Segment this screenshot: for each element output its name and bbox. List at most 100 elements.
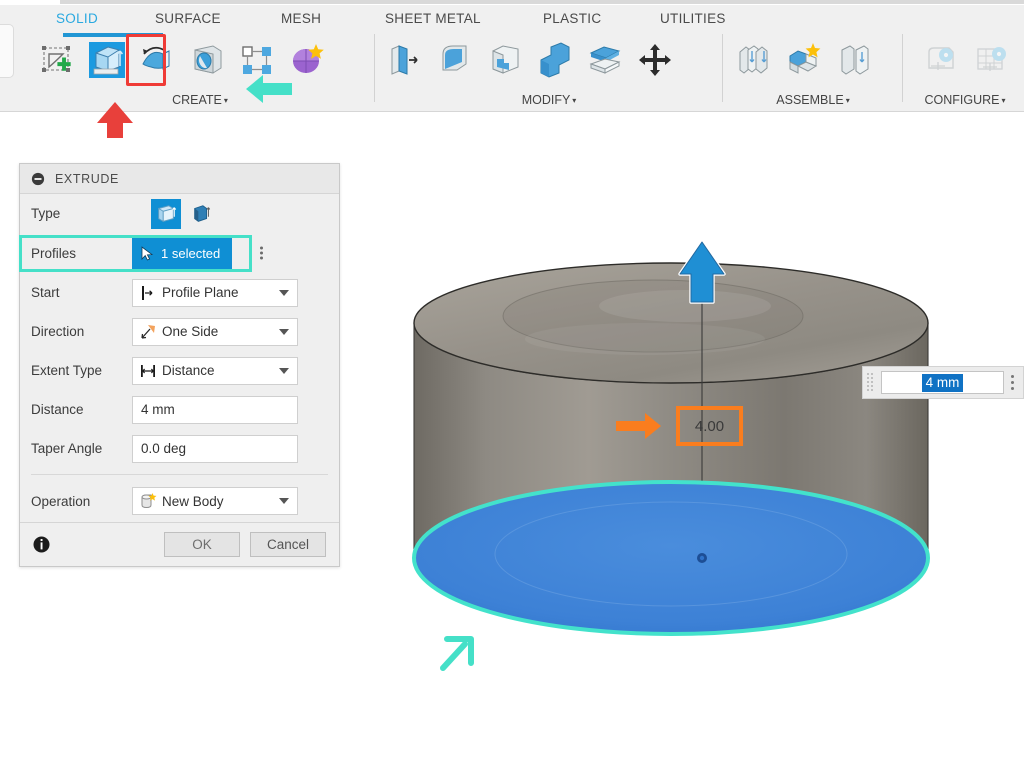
more-options-icon[interactable]	[1011, 375, 1017, 390]
group-label-modify-text: MODIFY	[521, 93, 571, 107]
configuration-icon	[918, 34, 964, 86]
distance-input[interactable]: 4 mm	[132, 395, 298, 424]
shell-icon[interactable]	[482, 34, 528, 86]
new-component-icon[interactable]	[731, 34, 777, 86]
dialog-header: EXTRUDE	[20, 164, 339, 194]
profile-plane-icon	[142, 285, 153, 300]
floating-distance-input[interactable]: 4 mm	[862, 366, 1024, 399]
ribbon-group-assemble: ASSEMBLE ▾	[728, 31, 898, 109]
tab-surface[interactable]: SURFACE	[155, 7, 221, 31]
group-label-modify[interactable]: MODIFY ▾	[380, 93, 718, 107]
teal-arrow-left-annotation	[246, 75, 292, 103]
fusion360-window: SOLID SURFACE MESH SHEET METAL PLASTIC U…	[0, 0, 1024, 767]
group-caret-configure: ▾	[1001, 96, 1006, 106]
label-direction: Direction	[31, 324, 85, 339]
group-label-configure: CONFIGURE ▾	[906, 93, 1024, 107]
ribbon-group-modify: MODIFY ▾	[380, 31, 718, 109]
chevron-down-icon[interactable]	[279, 328, 289, 335]
group-label-assemble[interactable]: ASSEMBLE ▾	[728, 93, 898, 107]
chevron-down-icon[interactable]	[279, 498, 289, 504]
group-caret-create: ▾	[223, 96, 228, 106]
joint-icon[interactable]	[781, 34, 827, 86]
info-icon[interactable]	[33, 536, 50, 553]
floating-input-textbox[interactable]: 4 mm	[881, 371, 1004, 394]
tab-solid[interactable]: SOLID	[56, 7, 98, 31]
ribbon-group-create: CREATE ▾	[30, 31, 370, 109]
dimension-value-text: 4.00	[694, 417, 725, 435]
dialog-title: EXTRUDE	[55, 171, 119, 186]
start-value: Profile Plane	[162, 285, 239, 300]
ok-button[interactable]: OK	[164, 532, 240, 557]
chevron-down-icon[interactable]	[279, 367, 289, 374]
configuration-table-icon	[968, 34, 1014, 86]
floating-input-value: 4 mm	[921, 373, 964, 392]
press-pull-icon[interactable]	[382, 34, 428, 86]
move-copy-icon[interactable]	[632, 34, 678, 86]
group-caret-modify: ▾	[572, 96, 577, 106]
sweep-icon[interactable]	[184, 34, 230, 86]
extent-type-dropdown[interactable]: Distance	[132, 356, 298, 385]
revolve-icon[interactable]	[134, 34, 180, 86]
label-type: Type	[31, 206, 61, 221]
group-label-assemble-text: ASSEMBLE	[776, 93, 844, 107]
red-arrow-up-annotation	[97, 102, 133, 138]
new-body-icon	[141, 493, 157, 509]
collapse-icon[interactable]	[31, 172, 45, 186]
tab-sheet-metal[interactable]: SHEET METAL	[385, 7, 481, 31]
extrude-profile-icon[interactable]	[151, 198, 181, 229]
direction-dropdown[interactable]: One Side	[132, 317, 298, 346]
ribbon-top-strip	[0, 0, 1024, 5]
one-side-icon	[141, 324, 155, 339]
dialog-footer: OK Cancel	[20, 522, 339, 566]
split-face-icon[interactable]	[582, 34, 628, 86]
row-taper-angle: Taper Angle 0.0 deg	[20, 429, 339, 468]
tab-mesh[interactable]: MESH	[281, 7, 321, 31]
ribbon-tab-row: SOLID SURFACE MESH SHEET METAL PLASTIC U…	[0, 7, 1024, 31]
row-direction: Direction One Side	[20, 312, 339, 351]
taper-angle-input[interactable]: 0.0 deg	[132, 434, 298, 463]
fillet-icon[interactable]	[432, 34, 478, 86]
label-extent-type: Extent Type	[31, 363, 103, 378]
create-sketch-icon[interactable]	[34, 34, 80, 86]
distance-value: 4 mm	[141, 402, 175, 417]
ribbon-divider-3	[902, 34, 903, 102]
operation-value: New Body	[162, 493, 224, 509]
tab-utilities[interactable]: UTILITIES	[660, 7, 726, 31]
ribbon-group-configure: CONFIGURE ▾	[906, 31, 1024, 109]
tab-plastic[interactable]: PLASTIC	[543, 7, 601, 31]
selected-profile-face	[412, 480, 930, 636]
extrude-dialog: EXTRUDE Type Profiles 1 selected Start P…	[19, 163, 340, 567]
browser-panel-edge	[0, 24, 14, 78]
teal-arrow-northeast-annotation	[440, 636, 474, 671]
profiles-selection-field[interactable]: 1 selected	[132, 237, 232, 269]
distance-icon	[141, 364, 155, 377]
drag-grip-icon[interactable]	[866, 371, 877, 395]
group-label-create-text: CREATE	[172, 93, 222, 107]
cancel-button[interactable]: Cancel	[250, 532, 326, 557]
as-built-joint-icon[interactable]	[831, 34, 877, 86]
group-label-configure-text: CONFIGURE	[924, 93, 1000, 107]
group-label-create[interactable]: CREATE ▾	[30, 93, 370, 107]
taper-angle-value: 0.0 deg	[141, 441, 187, 456]
row-type: Type	[20, 194, 339, 233]
orange-dimension-box: 4.00	[676, 406, 743, 446]
label-distance: Distance	[31, 402, 84, 417]
operation-dropdown[interactable]: New Body	[132, 487, 298, 515]
profiles-selection-text: 1 selected	[161, 245, 221, 261]
start-dropdown[interactable]: Profile Plane	[132, 278, 298, 307]
row-distance: Distance 4 mm	[20, 390, 339, 429]
direction-value: One Side	[162, 324, 219, 339]
dialog-separator	[31, 474, 328, 475]
more-options-icon[interactable]	[260, 246, 263, 260]
extrude-edge-icon[interactable]	[187, 199, 217, 229]
label-operation: Operation	[31, 493, 91, 509]
orange-arrow-right-annotation	[616, 413, 661, 439]
ribbon-divider-2	[722, 34, 723, 102]
extrude-icon[interactable]	[84, 34, 130, 86]
combine-icon[interactable]	[532, 34, 578, 86]
row-extent-type: Extent Type Distance	[20, 351, 339, 390]
row-operation: Operation New Body	[20, 480, 339, 522]
chevron-down-icon[interactable]	[279, 289, 289, 296]
selection-cursor-icon	[141, 245, 154, 261]
row-profiles: Profiles 1 selected	[19, 233, 339, 273]
